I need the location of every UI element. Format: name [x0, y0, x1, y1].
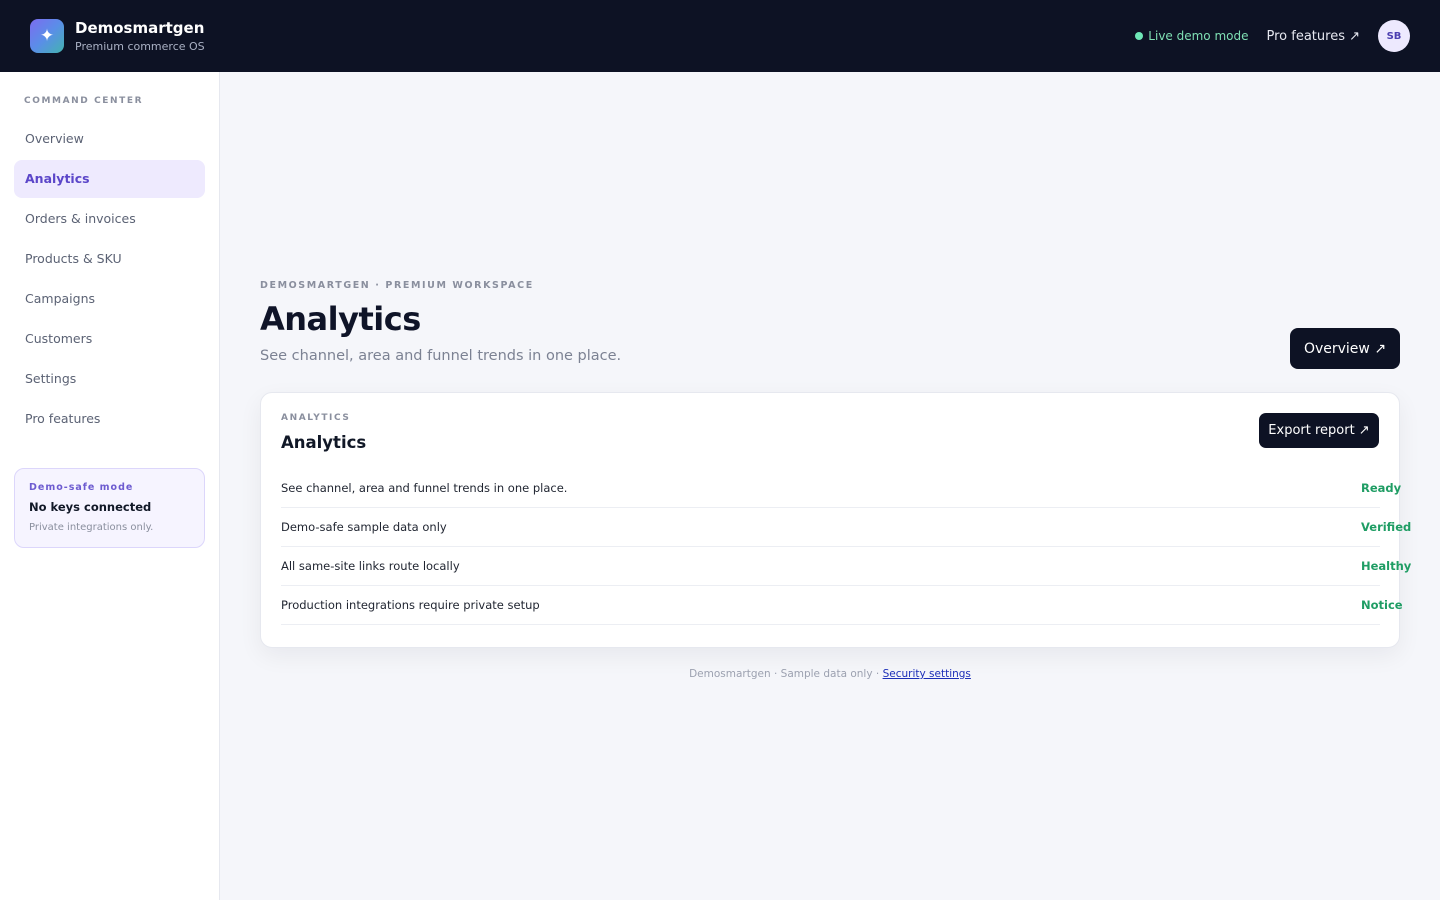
- analytics-card: ANALYTICS Analytics Export report ↗ See …: [260, 392, 1411, 648]
- live-demo-indicator: Live demo mode: [1135, 29, 1249, 43]
- card-title: Analytics: [281, 433, 367, 452]
- page-title: Analytics: [260, 300, 421, 338]
- logo-sparkle-icon: ✦: [30, 19, 64, 53]
- demo-safe-card: Demo-safe mode No keys connected Private…: [14, 468, 205, 548]
- sidebar: COMMAND CENTER Overview Analytics Orders…: [0, 72, 220, 900]
- demo-card-title: Demo-safe mode: [29, 482, 134, 493]
- sidebar-item-customers[interactable]: Customers: [14, 320, 205, 358]
- list-item: Production integrations require private …: [281, 586, 1403, 625]
- status-badge: Notice: [1359, 598, 1403, 620]
- demo-card-main: No keys connected: [29, 500, 152, 514]
- demo-card-sub: Private integrations only.: [29, 522, 154, 533]
- page-subtitle: See channel, area and funnel trends in o…: [260, 348, 622, 364]
- sidebar-item-pro-features[interactable]: Pro features: [14, 400, 205, 438]
- main-content: DEMOSMARTGEN · PREMIUM WORKSPACE Analyti…: [220, 72, 1440, 900]
- status-badge: Healthy: [1358, 559, 1412, 581]
- sidebar-heading: COMMAND CENTER: [24, 96, 144, 106]
- list-item-label: Production integrations require private …: [281, 598, 540, 612]
- security-settings-link[interactable]: Security settings: [883, 668, 971, 680]
- brand-name: Demosmartgen: [75, 18, 205, 37]
- sidebar-item-overview[interactable]: Overview: [14, 120, 205, 158]
- brand-subtitle: Premium commerce OS: [75, 39, 205, 53]
- status-badge: Verified: [1358, 520, 1412, 542]
- export-report-button[interactable]: Export report ↗: [1259, 413, 1379, 448]
- sidebar-item-orders-invoices[interactable]: Orders & invoices: [14, 200, 205, 238]
- overview-button[interactable]: Overview ↗: [1290, 328, 1400, 369]
- footer-text: Demosmartgen · Sample data only ·: [689, 668, 883, 680]
- top-bar: ✦ Demosmartgen Premium commerce OS Live …: [0, 0, 1440, 72]
- pro-features-link[interactable]: Pro features ↗: [1267, 29, 1361, 44]
- top-bar-actions: Live demo mode Pro features ↗ SB: [1135, 20, 1410, 52]
- sidebar-item-settings[interactable]: Settings: [14, 360, 205, 398]
- live-demo-label: Live demo mode: [1148, 29, 1249, 43]
- page-eyebrow: DEMOSMARTGEN · PREMIUM WORKSPACE: [260, 280, 534, 291]
- sidebar-item-products-sku[interactable]: Products & SKU: [14, 240, 205, 278]
- sidebar-item-campaigns[interactable]: Campaigns: [14, 280, 205, 318]
- list-item: Demo-safe sample data only Verified: [281, 508, 1411, 547]
- list-item-label: All same-site links route locally: [281, 559, 460, 573]
- sidebar-item-analytics[interactable]: Analytics: [14, 160, 205, 198]
- list-item-label: See channel, area and funnel trends in o…: [281, 481, 568, 495]
- brand: Demosmartgen Premium commerce OS: [75, 18, 205, 55]
- list-item-label: Demo-safe sample data only: [281, 520, 447, 534]
- list-item: See channel, area and funnel trends in o…: [281, 469, 1401, 508]
- status-list: See channel, area and funnel trends in o…: [281, 469, 1411, 625]
- sidebar-nav: Overview Analytics Orders & invoices Pro…: [14, 120, 205, 438]
- status-badge: Ready: [1358, 481, 1402, 503]
- card-eyebrow: ANALYTICS: [281, 413, 351, 423]
- list-item: All same-site links route locally Health…: [281, 547, 1411, 586]
- status-dot-icon: [1135, 32, 1144, 40]
- user-avatar[interactable]: SB: [1378, 20, 1410, 52]
- footer: Demosmartgen · Sample data only · Securi…: [220, 668, 1440, 680]
